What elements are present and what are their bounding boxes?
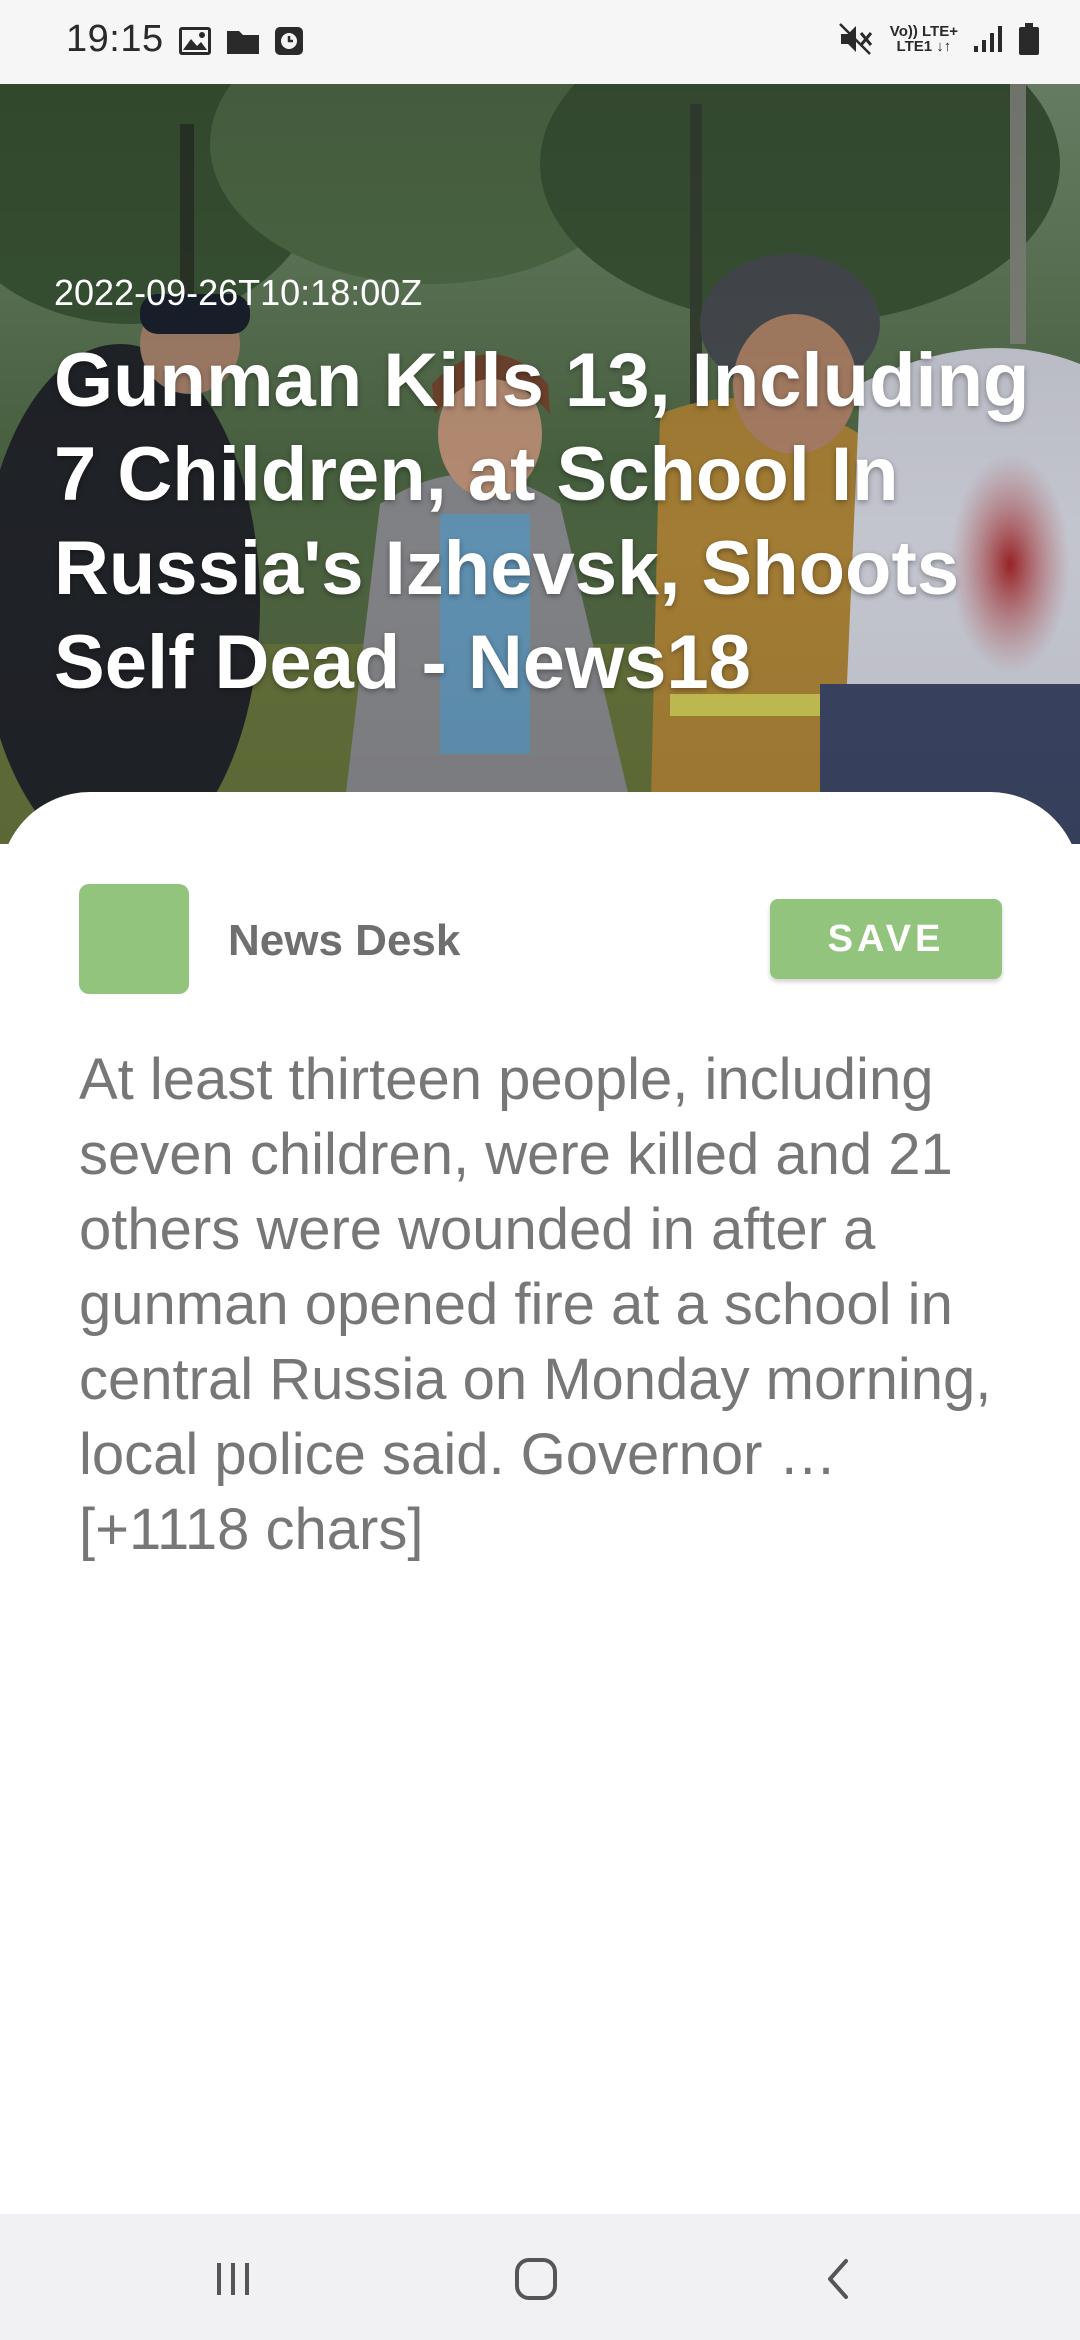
author-name: News Desk — [228, 916, 461, 965]
image-icon — [179, 27, 211, 55]
status-time: 19:15 — [66, 18, 164, 60]
article-description: At least thirteen people, including seve… — [79, 1047, 992, 1562]
home-icon — [515, 2258, 557, 2300]
article-date: 2022-09-26T10:18:00Z — [54, 272, 423, 313]
status-notification-icons — [178, 26, 304, 56]
clock-icon — [275, 27, 303, 55]
article-hero-image: 2022-09-26T10:18:00Z Gunman Kills 13, In… — [0, 84, 1080, 844]
mute-icon — [838, 23, 872, 55]
save-button[interactable]: SAVE — [770, 899, 1002, 979]
navigation-bar — [0, 2214, 1080, 2340]
battery-icon — [1019, 23, 1039, 55]
status-system-icons: Vo)) LTE+ LTE1 ↓↑ — [838, 22, 1040, 56]
folder-icon — [227, 31, 259, 54]
article-title: Gunman Kills 13, Including 7 Children, a… — [54, 338, 1030, 705]
recent-apps-button[interactable] — [203, 2254, 263, 2304]
recent-apps-icon — [217, 2263, 249, 2295]
back-icon — [828, 2259, 848, 2299]
volte-icon: Vo)) LTE+ LTE1 ↓↑ — [889, 23, 958, 55]
article-detail-screen: 19:15 Vo)) LTE+ LTE1 ↓↑ 2022-09-26T10:18… — [0, 0, 1080, 2340]
article-content-card: News Desk SAVE At least thirteen people,… — [0, 792, 1080, 2212]
author-avatar — [79, 884, 189, 994]
status-bar: 19:15 Vo)) LTE+ LTE1 ↓↑ — [0, 0, 1080, 84]
signal-icon — [974, 26, 1002, 52]
back-button[interactable] — [808, 2254, 868, 2304]
home-button[interactable] — [506, 2254, 566, 2304]
